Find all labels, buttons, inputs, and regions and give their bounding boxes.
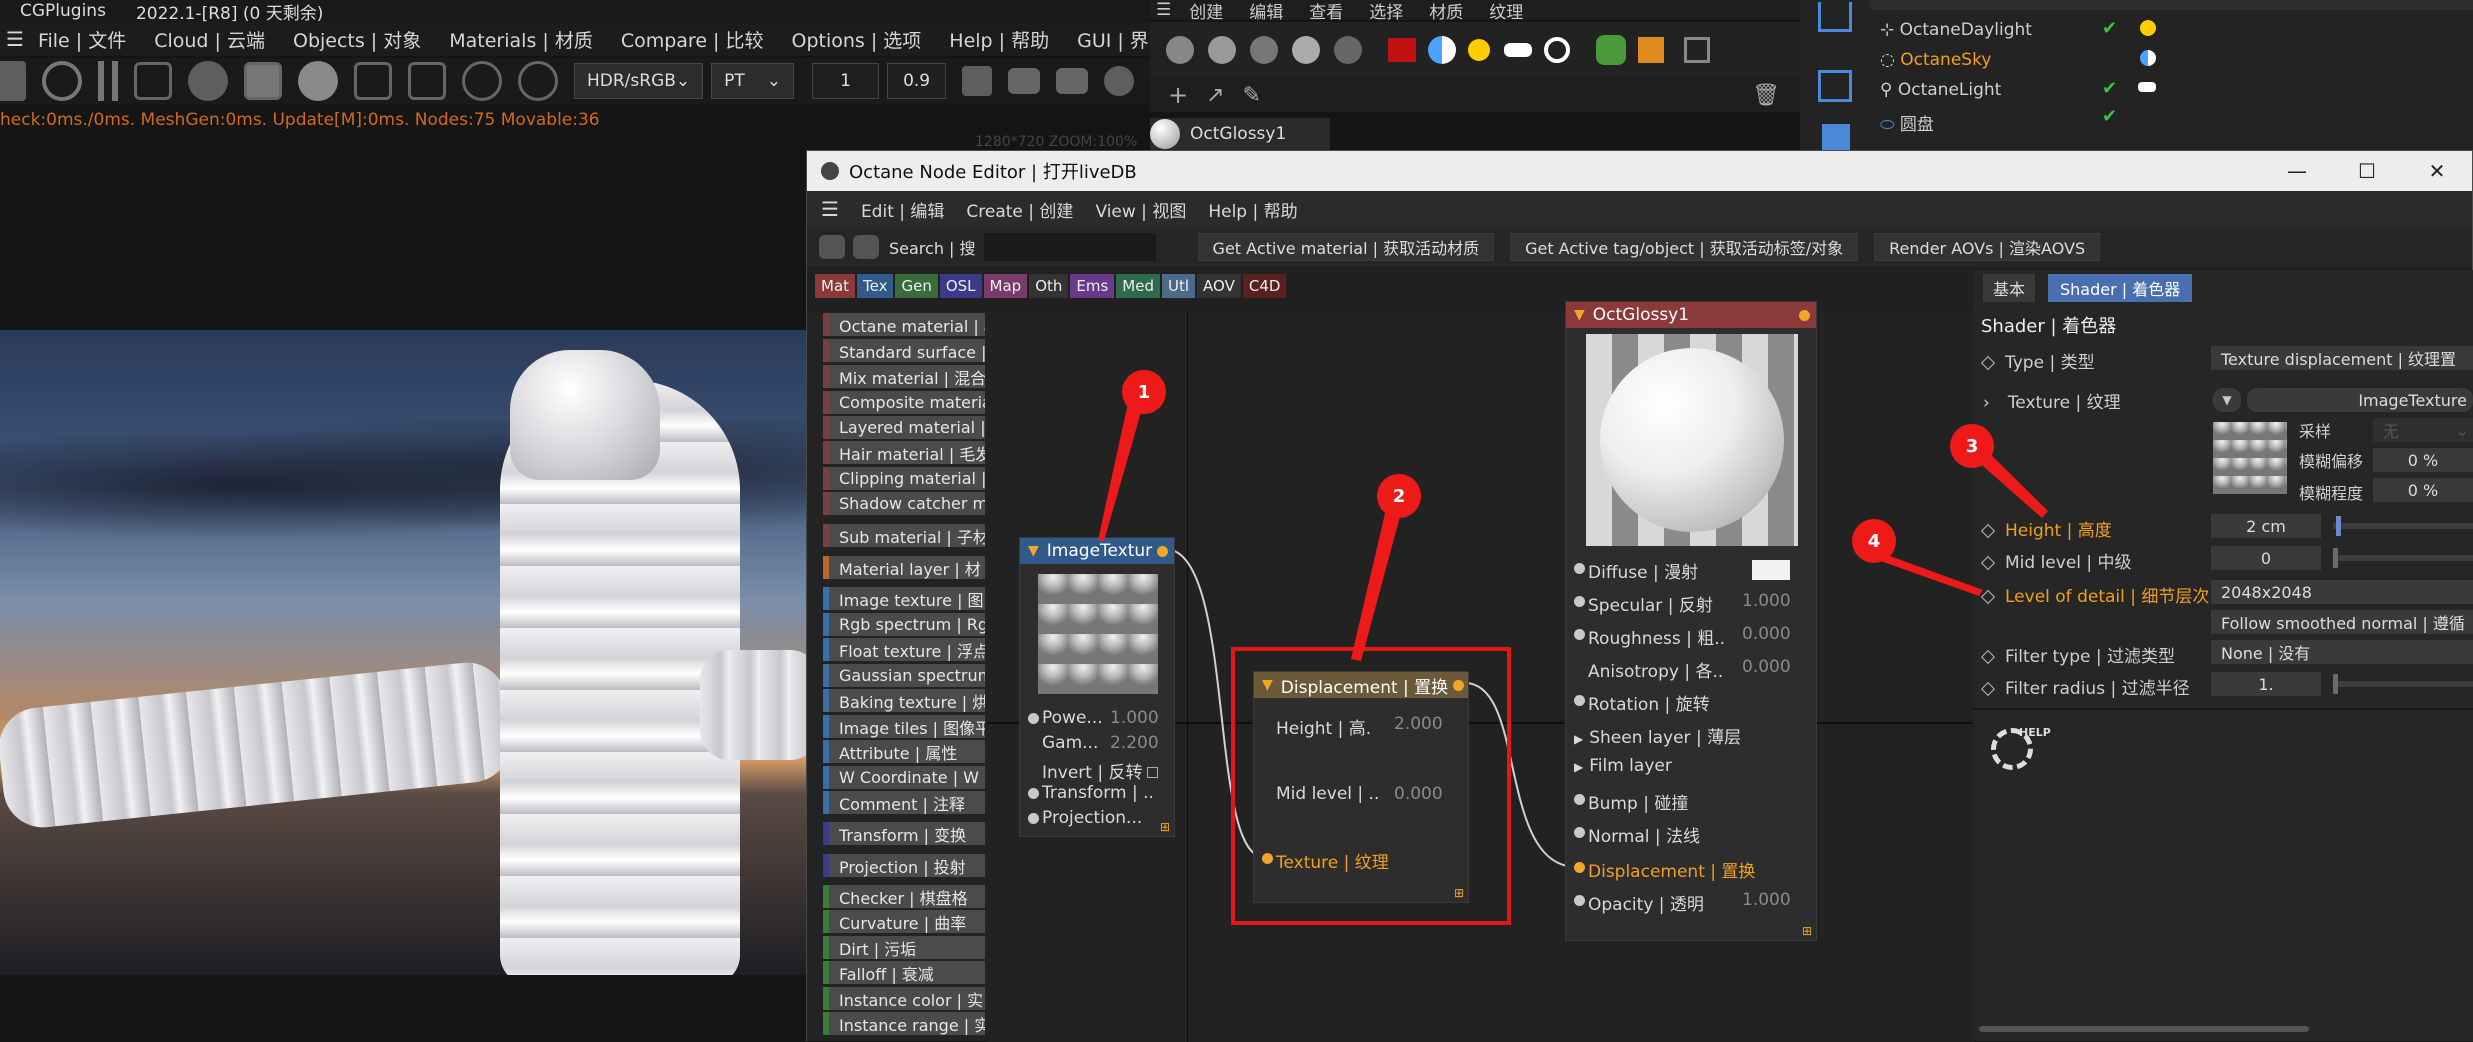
annotation-marker-4: 4 (1852, 519, 1896, 563)
annotation-marker-3: 3 (1950, 424, 1994, 468)
annotation-marker-2: 2 (1377, 474, 1421, 518)
annotation-arrows (1098, 380, 2048, 661)
annotation-marker-1: 1 (1122, 370, 1166, 414)
